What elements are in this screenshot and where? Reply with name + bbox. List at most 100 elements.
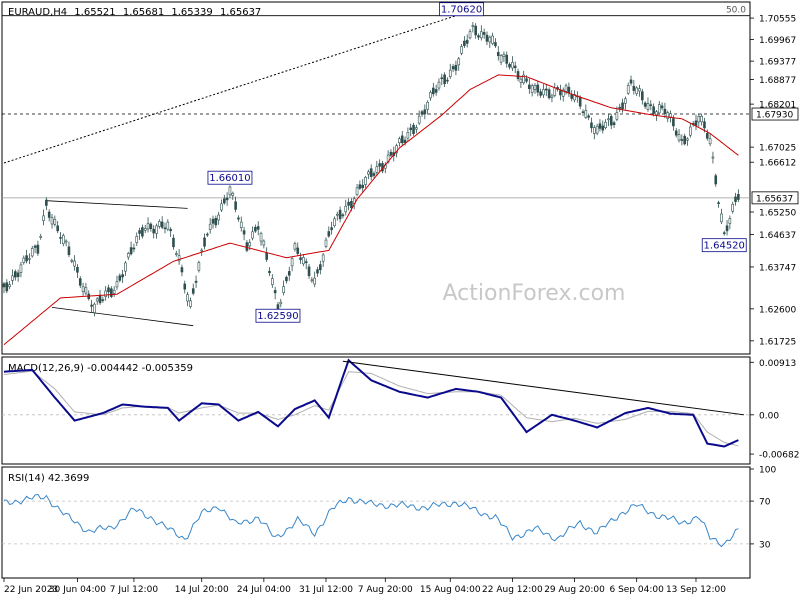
- candle-body: [70, 259, 74, 262]
- candle-body: [635, 87, 638, 94]
- candle-body: [607, 118, 610, 121]
- candle-body: [468, 31, 472, 39]
- candle-body: [47, 211, 51, 218]
- candle-body: [228, 186, 232, 196]
- candle-body: [683, 135, 686, 145]
- header-high: 1.65681: [123, 7, 164, 18]
- time-tick-label: 7 Aug 20:00: [358, 585, 413, 595]
- candle-body: [293, 243, 297, 250]
- swing-annotation: 1.66010: [207, 170, 253, 185]
- candle-body: [273, 290, 277, 294]
- header-open: 1.65521: [74, 7, 115, 18]
- candle-body: [155, 225, 158, 234]
- candle-body: [98, 295, 102, 304]
- candle-body: [655, 111, 658, 116]
- candle-body: [296, 247, 300, 254]
- candle-body: [624, 98, 627, 104]
- candle-body: [206, 233, 209, 236]
- annotation-label: 1.70620: [441, 5, 482, 16]
- candle-body: [406, 132, 410, 139]
- candle-body: [403, 139, 407, 143]
- candle-body: [705, 133, 709, 139]
- candle-body: [480, 31, 483, 39]
- candle-body: [708, 138, 712, 145]
- candle-body: [398, 138, 401, 144]
- candle-body: [530, 85, 534, 93]
- candle-body: [214, 217, 218, 226]
- candle-body: [313, 277, 316, 285]
- candle-body: [95, 298, 99, 302]
- candle-body: [73, 260, 76, 267]
- candle-body: [172, 237, 175, 248]
- candle-body: [180, 267, 184, 273]
- candle-body: [525, 78, 528, 82]
- candle-body: [146, 223, 150, 230]
- candle-body: [299, 257, 302, 260]
- candle-body: [677, 134, 681, 141]
- candle-body: [694, 120, 698, 126]
- time-tick-label: 7 Jul 12:00: [110, 585, 159, 595]
- candle-body: [519, 78, 523, 83]
- candle-body: [110, 288, 113, 297]
- candle-body: [364, 177, 367, 185]
- candle-body: [590, 122, 593, 129]
- candle-body: [615, 112, 619, 120]
- candle-body: [42, 215, 45, 221]
- candle-body: [347, 201, 350, 206]
- macd-tick-label: 0.00913: [759, 359, 796, 369]
- candle-body: [652, 106, 655, 114]
- price-tick-label: 1.68877: [759, 76, 796, 86]
- candle-body: [45, 199, 48, 206]
- candle-body: [722, 232, 726, 234]
- candle-body: [587, 115, 590, 118]
- candle-body: [191, 288, 195, 294]
- candle-body: [59, 237, 62, 239]
- candle-body: [16, 272, 20, 278]
- time-tick-label: 14 Jul 20:00: [175, 585, 229, 595]
- candle-body: [234, 201, 237, 210]
- candle-body: [443, 74, 446, 85]
- candle-body: [567, 86, 571, 94]
- price-tick-label: 1.62600: [759, 305, 796, 315]
- candle-body: [138, 230, 141, 234]
- candle-body: [143, 228, 147, 231]
- candle-body: [200, 249, 204, 252]
- price-tick-label: 1.64637: [759, 231, 796, 241]
- rsi-tick-label: 70: [759, 498, 771, 508]
- candle-body: [720, 213, 723, 223]
- candle-body: [242, 230, 246, 235]
- candle-body: [279, 301, 283, 305]
- candle-body: [544, 88, 548, 91]
- candle-body: [485, 34, 489, 42]
- candle-body: [547, 89, 551, 99]
- candle-body: [166, 221, 170, 230]
- candle-body: [78, 278, 82, 286]
- candle-body: [211, 218, 215, 224]
- candle-body: [494, 42, 497, 47]
- candle-body: [643, 102, 647, 107]
- candle-body: [511, 62, 514, 69]
- candle-body: [239, 221, 243, 228]
- candle-body: [502, 53, 506, 57]
- time-tick-label: 6 Sep 04:00: [609, 585, 664, 595]
- candle-body: [638, 88, 641, 92]
- price-tick-label: 1.70555: [759, 15, 796, 25]
- candle-body: [194, 280, 198, 283]
- candle-body: [505, 54, 509, 64]
- candle-body: [598, 123, 602, 129]
- candle-body: [358, 184, 362, 189]
- time-tick-label: 31 Jul 12:00: [299, 585, 353, 595]
- time-tick-label: 24 Jul 04:00: [237, 585, 291, 595]
- candle-body: [310, 279, 314, 282]
- candle-body: [728, 218, 732, 224]
- candle-body: [262, 240, 266, 246]
- candle-body: [680, 139, 684, 141]
- candle-body: [64, 240, 68, 243]
- header-symbol: EURAUD,H4: [8, 7, 67, 18]
- candle-body: [731, 203, 735, 212]
- candle-body: [319, 264, 322, 271]
- candle-body: [76, 266, 79, 273]
- candle-body: [660, 105, 664, 109]
- candle-body: [327, 231, 331, 237]
- candle-body: [265, 252, 268, 260]
